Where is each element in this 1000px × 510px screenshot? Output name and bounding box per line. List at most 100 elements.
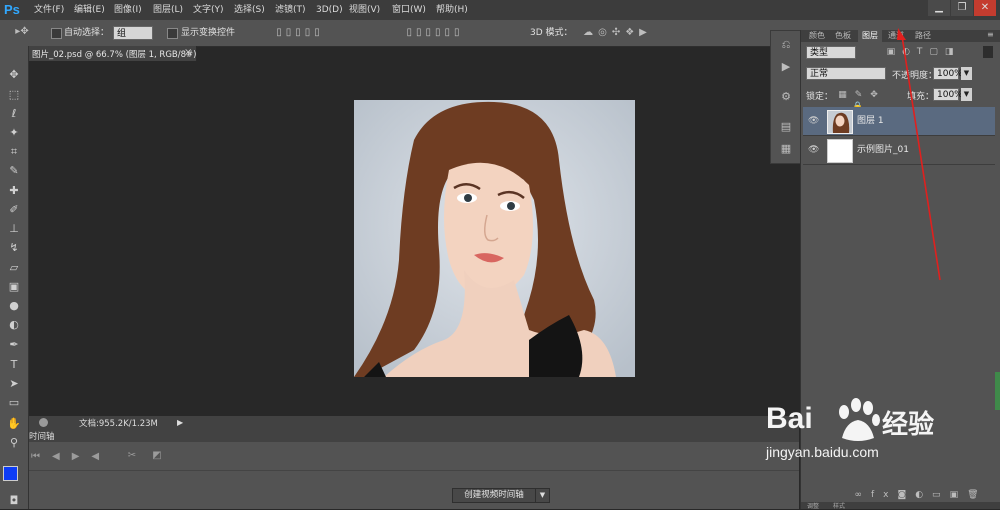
- tab-color[interactable]: 颜色: [805, 30, 829, 42]
- layer-thumbnail: [827, 110, 853, 134]
- status-bar: 文档:955.2K/1.23M ▶: [29, 416, 799, 429]
- close-doc-icon[interactable]: ×: [184, 47, 192, 58]
- distribute-icons[interactable]: ▯▯▯▯▯▯: [375, 27, 495, 39]
- menu-bar: Ps 文件(F) 编辑(E) 图像(I) 图层(L) 文字(Y) 选择(S) 滤…: [0, 0, 1000, 20]
- properties-panel-icon[interactable]: ⚙: [778, 91, 794, 103]
- show-transform-checkbox[interactable]: [167, 28, 178, 39]
- status-menu-arrow-icon[interactable]: ▶: [177, 416, 187, 429]
- collapsed-panels-dock: ⎌ ▶ ⚙ ▤ ▦: [770, 30, 802, 164]
- quick-mask-icon[interactable]: ◘: [4, 492, 24, 509]
- watermark-brand: Bai: [766, 402, 813, 435]
- lock-label: 锁定：: [806, 92, 834, 102]
- eyedropper-icon[interactable]: ✎: [4, 162, 24, 179]
- document-tab[interactable]: 图片_02.psd @ 66.7% (图层 1, RGB/8#) ×: [29, 46, 197, 61]
- type-tool-icon[interactable]: T: [4, 356, 24, 373]
- document-size-status: 文档:955.2K/1.23M: [79, 419, 158, 429]
- menu-3d[interactable]: 3D(D): [316, 3, 343, 17]
- libraries-panel-icon[interactable]: ▤: [778, 121, 794, 133]
- menu-layer[interactable]: 图层(L): [153, 3, 183, 17]
- actions-panel-icon[interactable]: ▶: [778, 61, 794, 73]
- fill-dropdown-icon[interactable]: ▼: [961, 88, 972, 101]
- notes-panel-icon[interactable]: ▦: [778, 143, 794, 155]
- layer-action-icons[interactable]: ∞fx◙◐▭▣🗑: [851, 489, 991, 501]
- layer-filter-value: 类型: [810, 48, 829, 58]
- layer-name: 图层 1: [857, 116, 884, 126]
- panel-menu-icon[interactable]: ≡: [987, 30, 994, 39]
- gradient-tool-icon[interactable]: ▣: [4, 278, 24, 295]
- align-icons[interactable]: ▯▯▯▯▯: [255, 27, 345, 39]
- visibility-eye-icon[interactable]: 👁: [808, 116, 820, 126]
- close-window-button[interactable]: ✕: [974, 0, 996, 16]
- baidu-paw-icon: [839, 398, 880, 441]
- clone-stamp-icon[interactable]: ⊥: [4, 220, 24, 237]
- dodge-tool-icon[interactable]: ◐: [4, 316, 24, 333]
- history-brush-icon[interactable]: ↯: [4, 239, 24, 256]
- auto-select-value: 组: [117, 29, 127, 39]
- brush-tool-icon[interactable]: ✐: [4, 201, 24, 218]
- move-tool-preset-icon[interactable]: ▸✥: [12, 26, 32, 38]
- 3d-mode-label: 3D 模式：: [530, 28, 573, 38]
- lasso-tool-icon[interactable]: ℓ: [4, 105, 24, 122]
- pen-tool-icon[interactable]: ✒: [4, 336, 24, 353]
- crop-tool-icon[interactable]: ⌗: [4, 143, 24, 160]
- canvas-image: [354, 100, 635, 377]
- photoshop-logo: Ps: [4, 2, 20, 17]
- menu-image[interactable]: 图像(I): [114, 3, 142, 17]
- foreground-color-swatch[interactable]: [3, 466, 18, 481]
- visibility-eye-icon[interactable]: 👁: [808, 145, 820, 155]
- eraser-tool-icon[interactable]: ▱: [4, 259, 24, 276]
- blend-mode-value: 正常: [810, 69, 829, 79]
- healing-brush-icon[interactable]: ✚: [4, 182, 24, 199]
- annotation-arrow: [897, 28, 941, 281]
- transition-icon[interactable]: ◩: [149, 450, 165, 462]
- filter-toggle[interactable]: [983, 46, 993, 58]
- layer-filter-dropdown[interactable]: 类型: [806, 46, 856, 59]
- tools-panel: ✥ ⬚ ℓ ✦ ⌗ ✎ ✚ ✐ ⊥ ↯ ▱ ▣ ● ◐ ✒ T ➤ ▭ ✋ ⚲ …: [0, 46, 29, 509]
- menu-filter[interactable]: 滤镜(T): [275, 3, 306, 17]
- blend-mode-dropdown[interactable]: 正常: [806, 67, 886, 80]
- portrait-photo: [354, 100, 635, 377]
- hand-tool-icon[interactable]: ✋: [4, 415, 24, 432]
- marquee-tool-icon[interactable]: ⬚: [4, 86, 24, 103]
- move-tool-icon[interactable]: ✥: [4, 66, 24, 83]
- create-video-timeline-button[interactable]: 创建视频时间轴: [452, 488, 536, 503]
- shape-tool-icon[interactable]: ▭: [4, 394, 24, 411]
- layer-thumbnail: [827, 139, 853, 163]
- auto-select-checkbox[interactable]: [51, 28, 62, 39]
- menu-view[interactable]: 视图(V): [349, 3, 380, 17]
- split-icon[interactable]: ✂: [124, 450, 140, 462]
- zoom-tool-icon[interactable]: ⚲: [4, 434, 24, 451]
- menu-file[interactable]: 文件(F): [34, 3, 64, 17]
- menu-window[interactable]: 窗口(W): [392, 3, 426, 17]
- menu-edit[interactable]: 编辑(E): [74, 3, 105, 17]
- auto-select-dropdown[interactable]: 组: [113, 26, 153, 40]
- tab-swatches[interactable]: 色板: [831, 30, 855, 42]
- scroll-indicator[interactable]: [995, 372, 1000, 410]
- watermark-url: jingyan.baidu.com: [766, 444, 879, 460]
- auto-select-label: 自动选择：: [64, 28, 110, 38]
- timeline-tab[interactable]: 时间轴: [29, 430, 55, 442]
- 3d-mode-icons[interactable]: ☁◎✣❖▶: [575, 27, 660, 39]
- restore-button[interactable]: ❐: [951, 0, 973, 16]
- timeline-dropdown-icon[interactable]: ▼: [535, 488, 550, 503]
- menu-help[interactable]: 帮助(H): [436, 3, 468, 17]
- timeline-panel: 时间轴 ⏮◀▶◀ ✂ ◩ 创建视频时间轴 ▼: [29, 429, 799, 509]
- path-selection-icon[interactable]: ➤: [4, 375, 24, 392]
- baidu-watermark: Bai 经验 jingyan.baidu.com: [760, 398, 990, 468]
- timeline-controls: ⏮◀▶◀ ✂ ◩: [29, 443, 799, 471]
- menu-select[interactable]: 选择(S): [234, 3, 265, 17]
- tab-layers[interactable]: 图层: [858, 30, 882, 42]
- document-title: 图片_02.psd @ 66.7% (图层 1, RGB/8#): [32, 50, 197, 60]
- timeline-header: 时间轴: [29, 429, 799, 442]
- minimize-button[interactable]: ▁: [928, 0, 950, 16]
- watermark-suffix: 经验: [882, 410, 935, 440]
- opacity-dropdown-icon[interactable]: ▼: [961, 67, 972, 80]
- magic-wand-icon[interactable]: ✦: [4, 124, 24, 141]
- menu-type[interactable]: 文字(Y): [193, 3, 224, 17]
- bottom-panel-tabs: 调整 样式: [801, 502, 1000, 510]
- show-transform-label: 显示变换控件: [181, 28, 236, 38]
- history-panel-icon[interactable]: ⎌: [778, 39, 794, 51]
- playback-controls-icons[interactable]: ⏮◀▶◀: [31, 451, 111, 463]
- status-icon[interactable]: [39, 418, 48, 427]
- blur-tool-icon[interactable]: ●: [4, 297, 24, 314]
